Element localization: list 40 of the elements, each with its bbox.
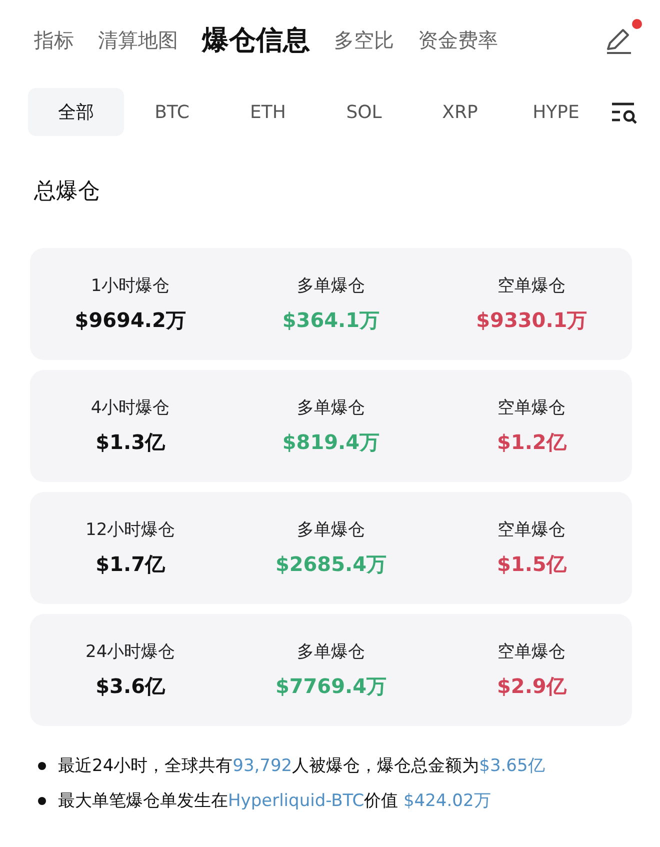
coin-filter-tab[interactable]: SOL	[316, 88, 412, 136]
nav-tab[interactable]: 资金费率	[418, 26, 498, 54]
stat-value: $364.1万	[282, 307, 380, 334]
stat-label: 空单爆仓	[498, 519, 566, 541]
stat-value: $2685.4万	[275, 551, 387, 578]
stat-value: $3.6亿	[96, 673, 165, 700]
coin-filter-tab[interactable]: XRP	[412, 88, 508, 136]
coin-filter-tab[interactable]: BTC	[124, 88, 220, 136]
stat-label: 空单爆仓	[498, 275, 566, 297]
coin-filter-tab[interactable]: ETH	[220, 88, 316, 136]
nav-tab[interactable]: 指标	[34, 26, 74, 54]
stat-label: 1小时爆仓	[90, 275, 170, 297]
nav-tab[interactable]: 爆仓信息	[202, 22, 310, 58]
coin-filter-tab[interactable]: HYPE	[508, 88, 604, 136]
stat-label: 多单爆仓	[296, 519, 365, 541]
nav-tab[interactable]: 清算地图	[98, 26, 178, 54]
stat-value: $9330.1万	[476, 307, 588, 334]
stat-value: $1.3亿	[96, 429, 165, 456]
bullet-icon	[38, 762, 46, 770]
stat-label: 24小时爆仓	[86, 641, 176, 663]
stat-value: $1.5亿	[496, 551, 566, 578]
stat-value: $1.7亿	[96, 551, 165, 578]
stat-value: $7769.4万	[275, 673, 387, 700]
nav-tab[interactable]: 多空比	[334, 26, 394, 54]
stat-value: $9694.2万	[74, 307, 186, 334]
coin-filter-tab[interactable]: 全部	[28, 88, 124, 136]
stat-value: $819.4万	[282, 429, 380, 456]
note-text: 最大单笔爆仓单发生在Hyperliquid-BTC价值 $424.02万	[58, 790, 491, 812]
stat-label: 12小时爆仓	[86, 519, 176, 541]
stat-label: 多单爆仓	[296, 641, 365, 663]
stat-label: 多单爆仓	[296, 275, 365, 297]
stat-label: 空单爆仓	[498, 641, 566, 663]
section-title: 总爆仓	[34, 178, 101, 206]
stat-value: $1.2亿	[496, 429, 566, 456]
stat-label: 多单爆仓	[296, 397, 365, 419]
bullet-icon	[38, 796, 46, 804]
stat-label: 4小时爆仓	[90, 397, 170, 419]
stat-label: 空单爆仓	[498, 397, 566, 419]
stat-value: $2.9亿	[496, 673, 566, 700]
note-text: 最近24小时，全球共有93,792人被爆仓，爆仓总金额为$3.65亿	[58, 755, 545, 777]
